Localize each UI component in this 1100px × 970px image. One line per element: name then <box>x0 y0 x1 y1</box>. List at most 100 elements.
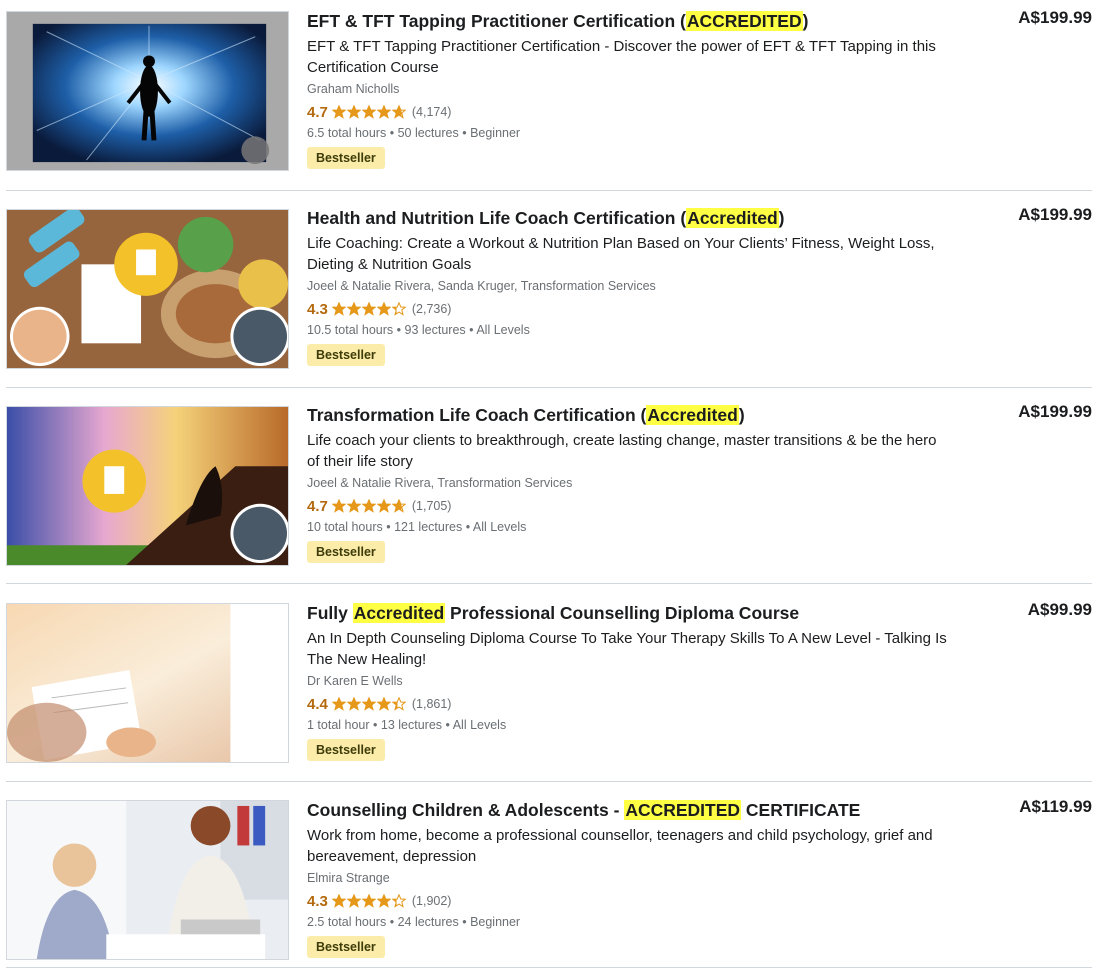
divider <box>6 190 1092 191</box>
star-icon <box>361 302 376 316</box>
course-thumbnail[interactable] <box>6 800 289 960</box>
course-thumbnail[interactable] <box>6 209 289 369</box>
bestseller-badge: Bestseller <box>307 147 385 169</box>
course-level: All Levels <box>472 520 527 534</box>
course-meta: 2.5 total hours • 24 lectures • Beginner <box>307 914 967 930</box>
title-text: ) <box>802 11 809 31</box>
course-meta: 6.5 total hours • 50 lectures • Beginner <box>307 125 967 141</box>
review-count: (2,736) <box>411 302 452 316</box>
course-card[interactable]: Counselling Children & Adolescents - ACC… <box>0 789 1100 967</box>
total-hours: 6.5 total hours <box>307 126 387 140</box>
bullet-dot: • <box>389 915 398 929</box>
course-level: Beginner <box>470 126 521 140</box>
star-icon <box>361 894 376 908</box>
course-info: Fully Accredited Professional Counsellin… <box>307 602 967 761</box>
course-level: Beginner <box>470 915 521 929</box>
total-hours: 10.5 total hours <box>307 323 394 337</box>
course-card[interactable]: Transformation Life Coach Certification … <box>0 394 1100 572</box>
star-icon <box>391 894 406 908</box>
divider <box>6 583 1092 584</box>
course-thumbnail[interactable] <box>6 11 289 171</box>
lecture-count: 50 lectures <box>397 126 459 140</box>
divider <box>6 781 1092 782</box>
thumbnail-image <box>7 210 288 368</box>
course-card[interactable]: EFT & TFT Tapping Practitioner Certifica… <box>0 0 1100 178</box>
rating-row: 4.7 (1,705) <box>307 496 967 516</box>
rating-value: 4.3 <box>307 892 328 910</box>
rating-row: 4.4 (1,861) <box>307 694 967 714</box>
star-icon <box>376 302 391 316</box>
star-icon <box>346 105 361 119</box>
title-text: Health and Nutrition Life Coach Certific… <box>307 208 687 228</box>
rating-row: 4.7 (4,174) <box>307 102 967 122</box>
course-title[interactable]: Transformation Life Coach Certification … <box>307 404 967 426</box>
title-text: ) <box>738 405 745 425</box>
bestseller-badge: Bestseller <box>307 936 385 958</box>
course-instructors: Dr Karen E Wells <box>307 674 403 688</box>
course-price: A$199.99 <box>1018 402 1092 421</box>
course-info: Health and Nutrition Life Coach Certific… <box>307 207 967 366</box>
star-icon <box>331 302 346 316</box>
rating-value: 4.7 <box>307 103 328 121</box>
thumbnail-image <box>7 801 288 959</box>
review-count: (4,174) <box>411 105 452 119</box>
course-description: EFT & TFT Tapping Practitioner Certifica… <box>307 38 936 76</box>
star-rating <box>331 302 407 316</box>
course-title[interactable]: Counselling Children & Adolescents - ACC… <box>307 799 967 821</box>
course-title[interactable]: Health and Nutrition Life Coach Certific… <box>307 207 967 229</box>
course-card[interactable]: Health and Nutrition Life Coach Certific… <box>0 197 1100 375</box>
star-rating <box>331 499 407 513</box>
course-price: A$99.99 <box>1027 600 1092 619</box>
bullet-dot: • <box>462 915 471 929</box>
course-card[interactable]: Fully Accredited Professional Counsellin… <box>0 592 1100 770</box>
star-icon <box>346 302 361 316</box>
star-rating <box>331 697 407 711</box>
bestseller-badge: Bestseller <box>307 541 385 563</box>
star-rating <box>331 894 407 908</box>
course-description: An In Depth Counseling Diploma Course To… <box>307 630 947 668</box>
title-text: Fully <box>307 603 353 623</box>
course-title[interactable]: EFT & TFT Tapping Practitioner Certifica… <box>307 10 967 32</box>
course-info: EFT & TFT Tapping Practitioner Certifica… <box>307 10 967 169</box>
lecture-count: 93 lectures <box>404 323 466 337</box>
bestseller-badge: Bestseller <box>307 739 385 761</box>
course-thumbnail[interactable] <box>6 603 289 763</box>
thumbnail-image <box>7 604 288 762</box>
star-icon <box>376 697 391 711</box>
thumbnail-image <box>7 407 288 565</box>
total-hours: 10 total hours <box>307 520 383 534</box>
review-count: (1,902) <box>411 894 452 908</box>
course-price: A$199.99 <box>1018 8 1092 27</box>
course-price: A$199.99 <box>1018 205 1092 224</box>
course-thumbnail[interactable] <box>6 406 289 566</box>
star-icon <box>361 697 376 711</box>
course-meta: 1 total hour • 13 lectures • All Levels <box>307 717 967 733</box>
rating-row: 4.3 (1,902) <box>307 891 967 911</box>
star-icon <box>346 894 361 908</box>
course-meta: 10.5 total hours • 93 lectures • All Lev… <box>307 322 967 338</box>
course-info: Counselling Children & Adolescents - ACC… <box>307 799 967 958</box>
title-text: Counselling Children & Adolescents - <box>307 800 625 820</box>
course-instructors: Graham Nicholls <box>307 82 400 96</box>
rating-value: 4.4 <box>307 695 328 713</box>
star-icon <box>331 105 346 119</box>
title-highlight: ACCREDITED <box>685 11 803 31</box>
lecture-count: 121 lectures <box>394 520 463 534</box>
star-icon <box>376 894 391 908</box>
star-icon <box>331 697 346 711</box>
title-text: ) <box>778 208 785 228</box>
course-title[interactable]: Fully Accredited Professional Counsellin… <box>307 602 967 624</box>
course-meta: 10 total hours • 121 lectures • All Leve… <box>307 519 967 535</box>
star-icon <box>376 105 391 119</box>
total-hours: 2.5 total hours <box>307 915 387 929</box>
title-text: CERTIFICATE <box>741 800 861 820</box>
review-count: (1,861) <box>411 697 452 711</box>
course-level: All Levels <box>452 718 507 732</box>
star-icon <box>376 499 391 513</box>
title-highlight: Accredited <box>686 208 779 228</box>
bullet-dot: • <box>389 126 398 140</box>
course-level: All Levels <box>476 323 530 337</box>
star-icon <box>391 105 406 119</box>
star-icon <box>361 499 376 513</box>
lecture-count: 13 lectures <box>380 718 443 732</box>
